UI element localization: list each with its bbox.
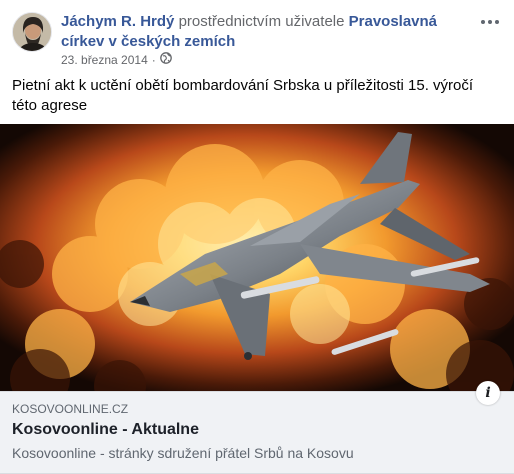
author-line: Jáchym R. Hrdý prostřednictvím uživatele…	[61, 12, 471, 52]
post-date-link[interactable]: 23. března 2014	[61, 52, 148, 68]
fighter-jet-explosion-image[interactable]	[0, 124, 514, 391]
link-title[interactable]: Kosovoonline - Aktualne	[12, 420, 199, 440]
more-options-icon[interactable]	[478, 12, 502, 32]
globe-icon	[159, 52, 172, 68]
avatar-image	[13, 13, 51, 51]
via-text: prostřednictvím uživatele	[178, 13, 345, 30]
link-description: Kosovoonline - stránky sdružení přátel S…	[12, 445, 354, 461]
link-preview-card[interactable]: KOSOVOONLINE.CZ Kosovoonline - Aktualne …	[0, 124, 514, 474]
post-message: Pietní akt k uctění obětí bombardování S…	[12, 77, 474, 114]
meta-separator: ·	[151, 53, 156, 67]
post-meta: 23. března 2014 ·	[61, 52, 172, 68]
link-preview-caption[interactable]: KOSOVOONLINE.CZ Kosovoonline - Aktualne …	[0, 391, 514, 474]
author-name-link[interactable]: Jáchym R. Hrdý	[61, 13, 174, 30]
author-avatar[interactable]	[12, 12, 52, 52]
post-header: Jáchym R. Hrdý prostřednictvím uživatele…	[0, 0, 514, 68]
link-domain: KOSOVOONLINE.CZ	[12, 402, 129, 416]
feed-post: Jáchym R. Hrdý prostřednictvím uživatele…	[0, 0, 514, 474]
info-icon[interactable]: i	[476, 381, 500, 405]
